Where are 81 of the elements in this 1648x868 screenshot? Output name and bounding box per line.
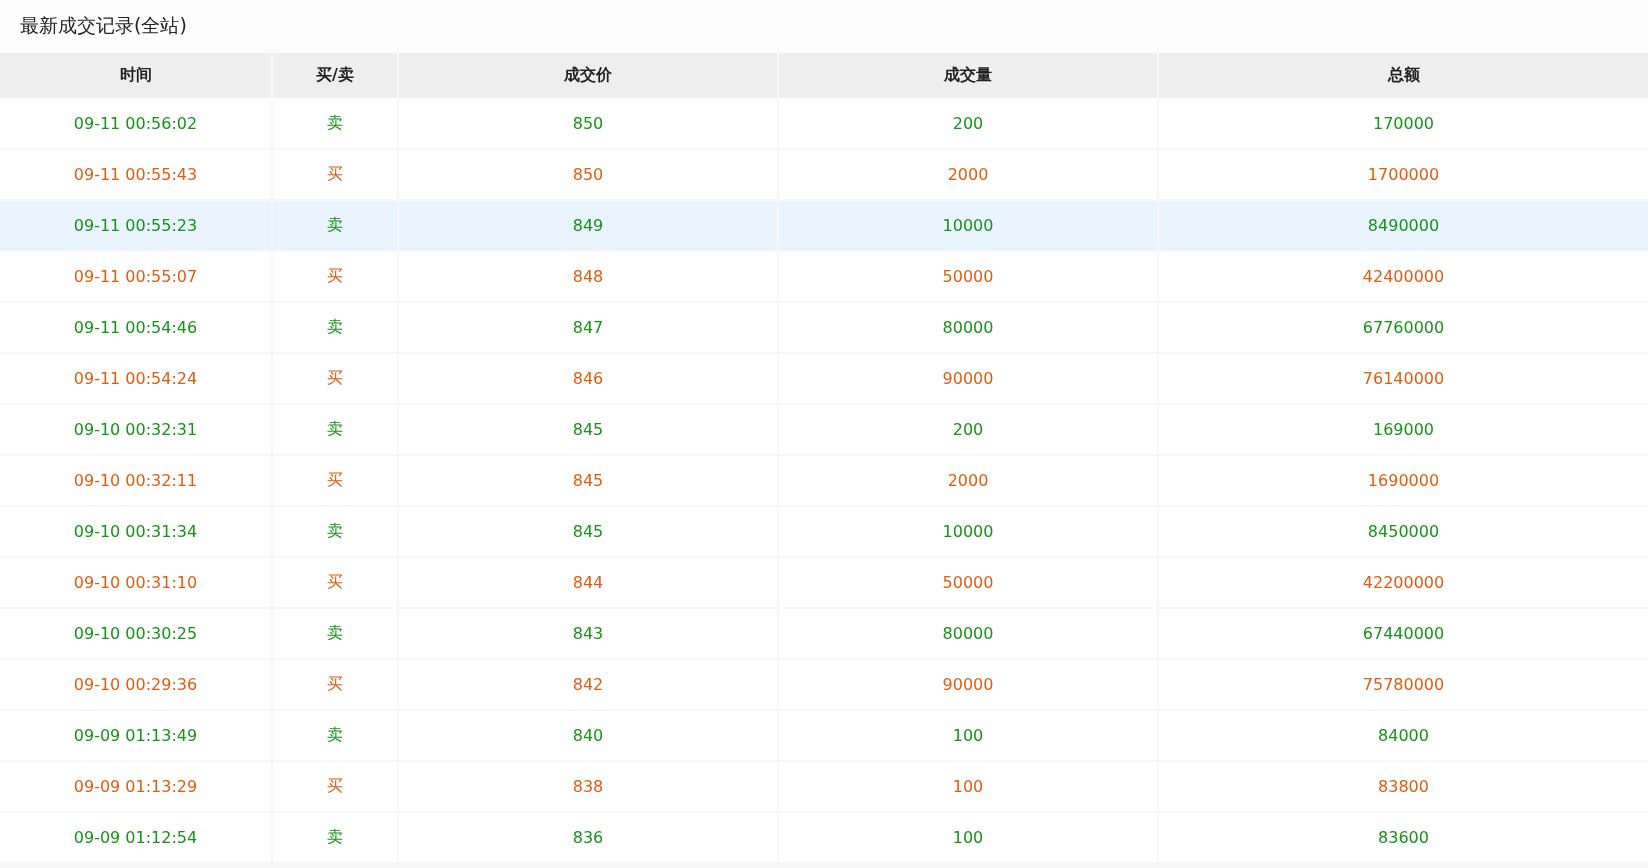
table-cell: 84000	[1159, 711, 1648, 760]
table-cell: 10000	[779, 201, 1157, 250]
table-cell: 100	[779, 762, 1157, 811]
table-cell: 卖	[273, 201, 397, 250]
table-cell: 842	[399, 660, 777, 709]
table-cell: 买	[273, 558, 397, 607]
table-cell: 845	[399, 405, 777, 454]
table-cell: 836	[399, 813, 777, 862]
table-cell: 80000	[779, 609, 1157, 658]
table-cell: 67440000	[1159, 609, 1648, 658]
table-cell: 买	[273, 252, 397, 301]
table-cell: 2000	[779, 456, 1157, 505]
table-cell: 买	[273, 660, 397, 709]
table-cell: 2000	[779, 150, 1157, 199]
table-cell: 200	[779, 405, 1157, 454]
table-cell: 09-10 00:30:25	[0, 609, 271, 658]
column-header: 时间	[0, 53, 271, 97]
table-cell: 09-11 00:56:02	[0, 99, 271, 148]
table-cell: 840	[399, 711, 777, 760]
table-cell: 09-10 00:32:11	[0, 456, 271, 505]
table-cell: 849	[399, 201, 777, 250]
table-cell: 买	[273, 456, 397, 505]
column-header: 成交价	[399, 53, 777, 97]
table-cell: 845	[399, 456, 777, 505]
column-header: 买/卖	[273, 53, 397, 97]
page-title: 最新成交记录(全站)	[0, 0, 1648, 53]
table-cell: 卖	[273, 711, 397, 760]
table-cell: 100	[779, 813, 1157, 862]
table-cell: 170000	[1159, 99, 1648, 148]
table-cell: 买	[273, 354, 397, 403]
table-cell: 850	[399, 150, 777, 199]
table-cell: 83600	[1159, 813, 1648, 862]
table-cell: 卖	[273, 609, 397, 658]
table-cell: 09-11 00:55:23	[0, 201, 271, 250]
table-cell: 卖	[273, 507, 397, 556]
table-cell: 10000	[779, 507, 1157, 556]
table-cell: 卖	[273, 99, 397, 148]
table-cell: 80000	[779, 303, 1157, 352]
table-cell: 09-10 00:31:10	[0, 558, 271, 607]
table-cell: 1700000	[1159, 150, 1648, 199]
table-cell: 8450000	[1159, 507, 1648, 556]
table-cell: 67760000	[1159, 303, 1648, 352]
column-header: 成交量	[779, 53, 1157, 97]
column-header: 总额	[1159, 53, 1648, 97]
table-cell: 838	[399, 762, 777, 811]
table-cell: 848	[399, 252, 777, 301]
table-cell: 845	[399, 507, 777, 556]
table-cell: 843	[399, 609, 777, 658]
table-cell: 846	[399, 354, 777, 403]
table-cell: 09-10 00:31:34	[0, 507, 271, 556]
table-cell: 09-11 00:55:43	[0, 150, 271, 199]
table-cell: 75780000	[1159, 660, 1648, 709]
table-cell: 42400000	[1159, 252, 1648, 301]
table-cell: 844	[399, 558, 777, 607]
table-cell: 09-11 00:54:24	[0, 354, 271, 403]
table-cell: 09-09 01:13:29	[0, 762, 271, 811]
table-cell: 76140000	[1159, 354, 1648, 403]
table-cell: 09-11 00:54:46	[0, 303, 271, 352]
table-cell: 83800	[1159, 762, 1648, 811]
table-cell: 买	[273, 150, 397, 199]
table-cell: 8490000	[1159, 201, 1648, 250]
table-cell: 09-10 00:29:36	[0, 660, 271, 709]
table-cell: 卖	[273, 813, 397, 862]
table-cell: 50000	[779, 558, 1157, 607]
table-cell: 09-10 00:32:31	[0, 405, 271, 454]
table-cell: 卖	[273, 405, 397, 454]
table-cell: 09-11 00:55:07	[0, 252, 271, 301]
table-cell: 1690000	[1159, 456, 1648, 505]
table-cell: 169000	[1159, 405, 1648, 454]
table-cell: 09-09 01:13:49	[0, 711, 271, 760]
table-cell: 847	[399, 303, 777, 352]
table-cell: 卖	[273, 303, 397, 352]
table-cell: 90000	[779, 660, 1157, 709]
table-cell: 90000	[779, 354, 1157, 403]
table-cell: 09-09 01:12:54	[0, 813, 271, 862]
table-cell: 买	[273, 762, 397, 811]
table-cell: 850	[399, 99, 777, 148]
table-cell: 100	[779, 711, 1157, 760]
table-cell: 200	[779, 99, 1157, 148]
table-cell: 50000	[779, 252, 1157, 301]
table-cell: 42200000	[1159, 558, 1648, 607]
